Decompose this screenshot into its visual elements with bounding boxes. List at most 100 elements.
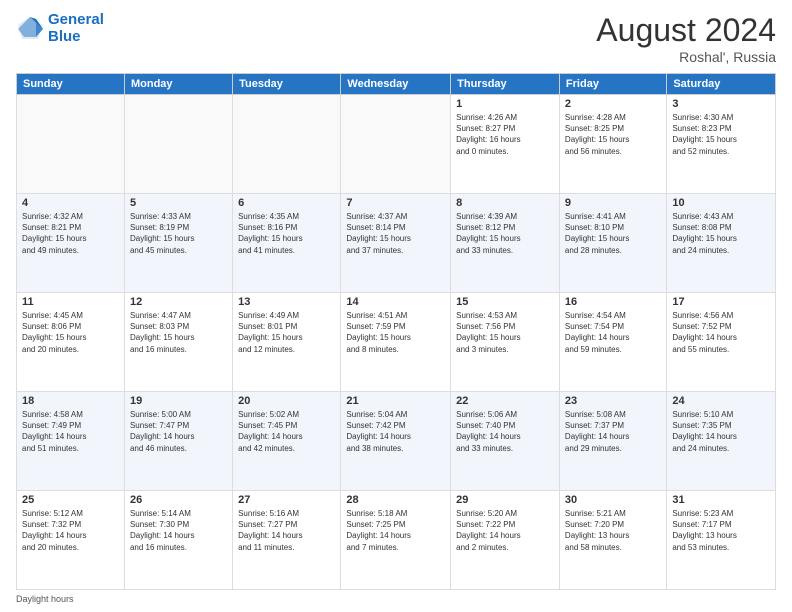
day-number: 14 <box>346 296 445 308</box>
day-info: Sunrise: 4:28 AM Sunset: 8:25 PM Dayligh… <box>565 112 661 157</box>
calendar-cell: 6Sunrise: 4:35 AM Sunset: 8:16 PM Daylig… <box>233 194 341 293</box>
day-info: Sunrise: 4:53 AM Sunset: 7:56 PM Dayligh… <box>456 310 554 355</box>
day-info: Sunrise: 5:02 AM Sunset: 7:45 PM Dayligh… <box>238 409 335 454</box>
weekday-header-thursday: Thursday <box>451 74 560 95</box>
day-number: 31 <box>672 494 770 506</box>
day-number: 21 <box>346 395 445 407</box>
day-info: Sunrise: 4:26 AM Sunset: 8:27 PM Dayligh… <box>456 112 554 157</box>
footer-label: Daylight hours <box>16 594 74 604</box>
day-number: 4 <box>22 197 119 209</box>
day-info: Sunrise: 5:21 AM Sunset: 7:20 PM Dayligh… <box>565 508 661 553</box>
day-info: Sunrise: 4:58 AM Sunset: 7:49 PM Dayligh… <box>22 409 119 454</box>
page: General Blue August 2024 Roshal', Russia… <box>0 0 792 612</box>
day-info: Sunrise: 4:49 AM Sunset: 8:01 PM Dayligh… <box>238 310 335 355</box>
day-info: Sunrise: 4:51 AM Sunset: 7:59 PM Dayligh… <box>346 310 445 355</box>
title-block: August 2024 Roshal', Russia <box>596 12 776 65</box>
week-row-5: 25Sunrise: 5:12 AM Sunset: 7:32 PM Dayli… <box>17 491 776 590</box>
day-info: Sunrise: 4:39 AM Sunset: 8:12 PM Dayligh… <box>456 211 554 256</box>
weekday-header-tuesday: Tuesday <box>233 74 341 95</box>
day-number: 15 <box>456 296 554 308</box>
day-info: Sunrise: 4:37 AM Sunset: 8:14 PM Dayligh… <box>346 211 445 256</box>
day-number: 22 <box>456 395 554 407</box>
day-info: Sunrise: 5:10 AM Sunset: 7:35 PM Dayligh… <box>672 409 770 454</box>
day-info: Sunrise: 5:04 AM Sunset: 7:42 PM Dayligh… <box>346 409 445 454</box>
week-row-2: 4 Sunrise: 4:32 AM Sunset: 8:21 PM Daylig… <box>17 194 776 293</box>
calendar-cell: 24 Sunrise: 5:10 AM Sunset: 7:35 PM Dayli… <box>667 392 776 491</box>
calendar-cell <box>17 95 125 194</box>
calendar-cell: 14 Sunrise: 4:51 AM Sunset: 7:59 PM Dayli… <box>341 293 451 392</box>
calendar-cell: 3Sunrise: 4:30 AM Sunset: 8:23 PM Daylig… <box>667 95 776 194</box>
calendar-cell: 13 Sunrise: 4:49 AM Sunset: 8:01 PM Dayli… <box>233 293 341 392</box>
day-number: 25 <box>22 494 119 506</box>
day-number: 28 <box>346 494 445 506</box>
location-title: Roshal', Russia <box>596 49 776 65</box>
day-number: 13 <box>238 296 335 308</box>
day-info: Sunrise: 5:00 AM Sunset: 7:47 PM Dayligh… <box>130 409 227 454</box>
day-number: 10 <box>672 197 770 209</box>
calendar-cell: 27Sunrise: 5:16 AM Sunset: 7:27 PM Dayli… <box>233 491 341 590</box>
weekday-header-sunday: Sunday <box>17 74 125 95</box>
calendar-cell: 25Sunrise: 5:12 AM Sunset: 7:32 PM Dayli… <box>17 491 125 590</box>
day-number: 12 <box>130 296 227 308</box>
calendar-cell: 21 Sunrise: 5:04 AM Sunset: 7:42 PM Dayli… <box>341 392 451 491</box>
logo-text: General Blue <box>48 12 104 45</box>
day-number: 26 <box>130 494 227 506</box>
calendar-cell: 4 Sunrise: 4:32 AM Sunset: 8:21 PM Daylig… <box>17 194 125 293</box>
day-number: 7 <box>346 197 445 209</box>
day-info: Sunrise: 5:06 AM Sunset: 7:40 PM Dayligh… <box>456 409 554 454</box>
day-number: 18 <box>22 395 119 407</box>
day-number: 17 <box>672 296 770 308</box>
calendar-cell: 31 Sunrise: 5:23 AM Sunset: 7:17 PM Dayli… <box>667 491 776 590</box>
day-info: Sunrise: 4:43 AM Sunset: 8:08 PM Dayligh… <box>672 211 770 256</box>
logo: General Blue <box>16 12 104 45</box>
day-info: Sunrise: 4:47 AM Sunset: 8:03 PM Dayligh… <box>130 310 227 355</box>
day-number: 20 <box>238 395 335 407</box>
weekday-header-wednesday: Wednesday <box>341 74 451 95</box>
day-info: Sunrise: 4:54 AM Sunset: 7:54 PM Dayligh… <box>565 310 661 355</box>
weekday-header-friday: Friday <box>559 74 666 95</box>
day-number: 30 <box>565 494 661 506</box>
calendar-cell: 18 Sunrise: 4:58 AM Sunset: 7:49 PM Dayli… <box>17 392 125 491</box>
calendar-table: SundayMondayTuesdayWednesdayThursdayFrid… <box>16 73 776 590</box>
day-info: Sunrise: 4:32 AM Sunset: 8:21 PM Dayligh… <box>22 211 119 256</box>
day-number: 29 <box>456 494 554 506</box>
calendar-cell: 16 Sunrise: 4:54 AM Sunset: 7:54 PM Dayli… <box>559 293 666 392</box>
calendar-cell: 30 Sunrise: 5:21 AM Sunset: 7:20 PM Dayli… <box>559 491 666 590</box>
day-number: 8 <box>456 197 554 209</box>
day-info: Sunrise: 5:23 AM Sunset: 7:17 PM Dayligh… <box>672 508 770 553</box>
calendar-cell: 9Sunrise: 4:41 AM Sunset: 8:10 PM Daylig… <box>559 194 666 293</box>
day-number: 2 <box>565 98 661 110</box>
calendar-cell: 8 Sunrise: 4:39 AM Sunset: 8:12 PM Daylig… <box>451 194 560 293</box>
week-row-1: 1 Sunrise: 4:26 AM Sunset: 8:27 PM Daylig… <box>17 95 776 194</box>
week-row-4: 18 Sunrise: 4:58 AM Sunset: 7:49 PM Dayli… <box>17 392 776 491</box>
day-number: 1 <box>456 98 554 110</box>
calendar-cell: 20 Sunrise: 5:02 AM Sunset: 7:45 PM Dayli… <box>233 392 341 491</box>
day-info: Sunrise: 4:30 AM Sunset: 8:23 PM Dayligh… <box>672 112 770 157</box>
header: General Blue August 2024 Roshal', Russia <box>16 12 776 65</box>
calendar-cell: 11Sunrise: 4:45 AM Sunset: 8:06 PM Dayli… <box>17 293 125 392</box>
calendar-cell <box>341 95 451 194</box>
day-info: Sunrise: 4:45 AM Sunset: 8:06 PM Dayligh… <box>22 310 119 355</box>
day-info: Sunrise: 4:56 AM Sunset: 7:52 PM Dayligh… <box>672 310 770 355</box>
calendar-cell: 7 Sunrise: 4:37 AM Sunset: 8:14 PM Daylig… <box>341 194 451 293</box>
calendar-cell: 22 Sunrise: 5:06 AM Sunset: 7:40 PM Dayli… <box>451 392 560 491</box>
calendar-cell: 19Sunrise: 5:00 AM Sunset: 7:47 PM Dayli… <box>124 392 232 491</box>
day-number: 23 <box>565 395 661 407</box>
day-info: Sunrise: 5:20 AM Sunset: 7:22 PM Dayligh… <box>456 508 554 553</box>
calendar-cell: 10 Sunrise: 4:43 AM Sunset: 8:08 PM Dayli… <box>667 194 776 293</box>
week-row-3: 11Sunrise: 4:45 AM Sunset: 8:06 PM Dayli… <box>17 293 776 392</box>
day-info: Sunrise: 4:41 AM Sunset: 8:10 PM Dayligh… <box>565 211 661 256</box>
weekday-header-monday: Monday <box>124 74 232 95</box>
footer-note: Daylight hours <box>16 594 776 604</box>
calendar-cell: 29 Sunrise: 5:20 AM Sunset: 7:22 PM Dayli… <box>451 491 560 590</box>
day-number: 16 <box>565 296 661 308</box>
weekday-header-saturday: Saturday <box>667 74 776 95</box>
calendar-cell: 2 Sunrise: 4:28 AM Sunset: 8:25 PM Daylig… <box>559 95 666 194</box>
day-info: Sunrise: 5:18 AM Sunset: 7:25 PM Dayligh… <box>346 508 445 553</box>
day-info: Sunrise: 4:33 AM Sunset: 8:19 PM Dayligh… <box>130 211 227 256</box>
day-info: Sunrise: 5:08 AM Sunset: 7:37 PM Dayligh… <box>565 409 661 454</box>
day-info: Sunrise: 5:16 AM Sunset: 7:27 PM Dayligh… <box>238 508 335 553</box>
day-number: 24 <box>672 395 770 407</box>
calendar-cell: 26Sunrise: 5:14 AM Sunset: 7:30 PM Dayli… <box>124 491 232 590</box>
day-number: 6 <box>238 197 335 209</box>
